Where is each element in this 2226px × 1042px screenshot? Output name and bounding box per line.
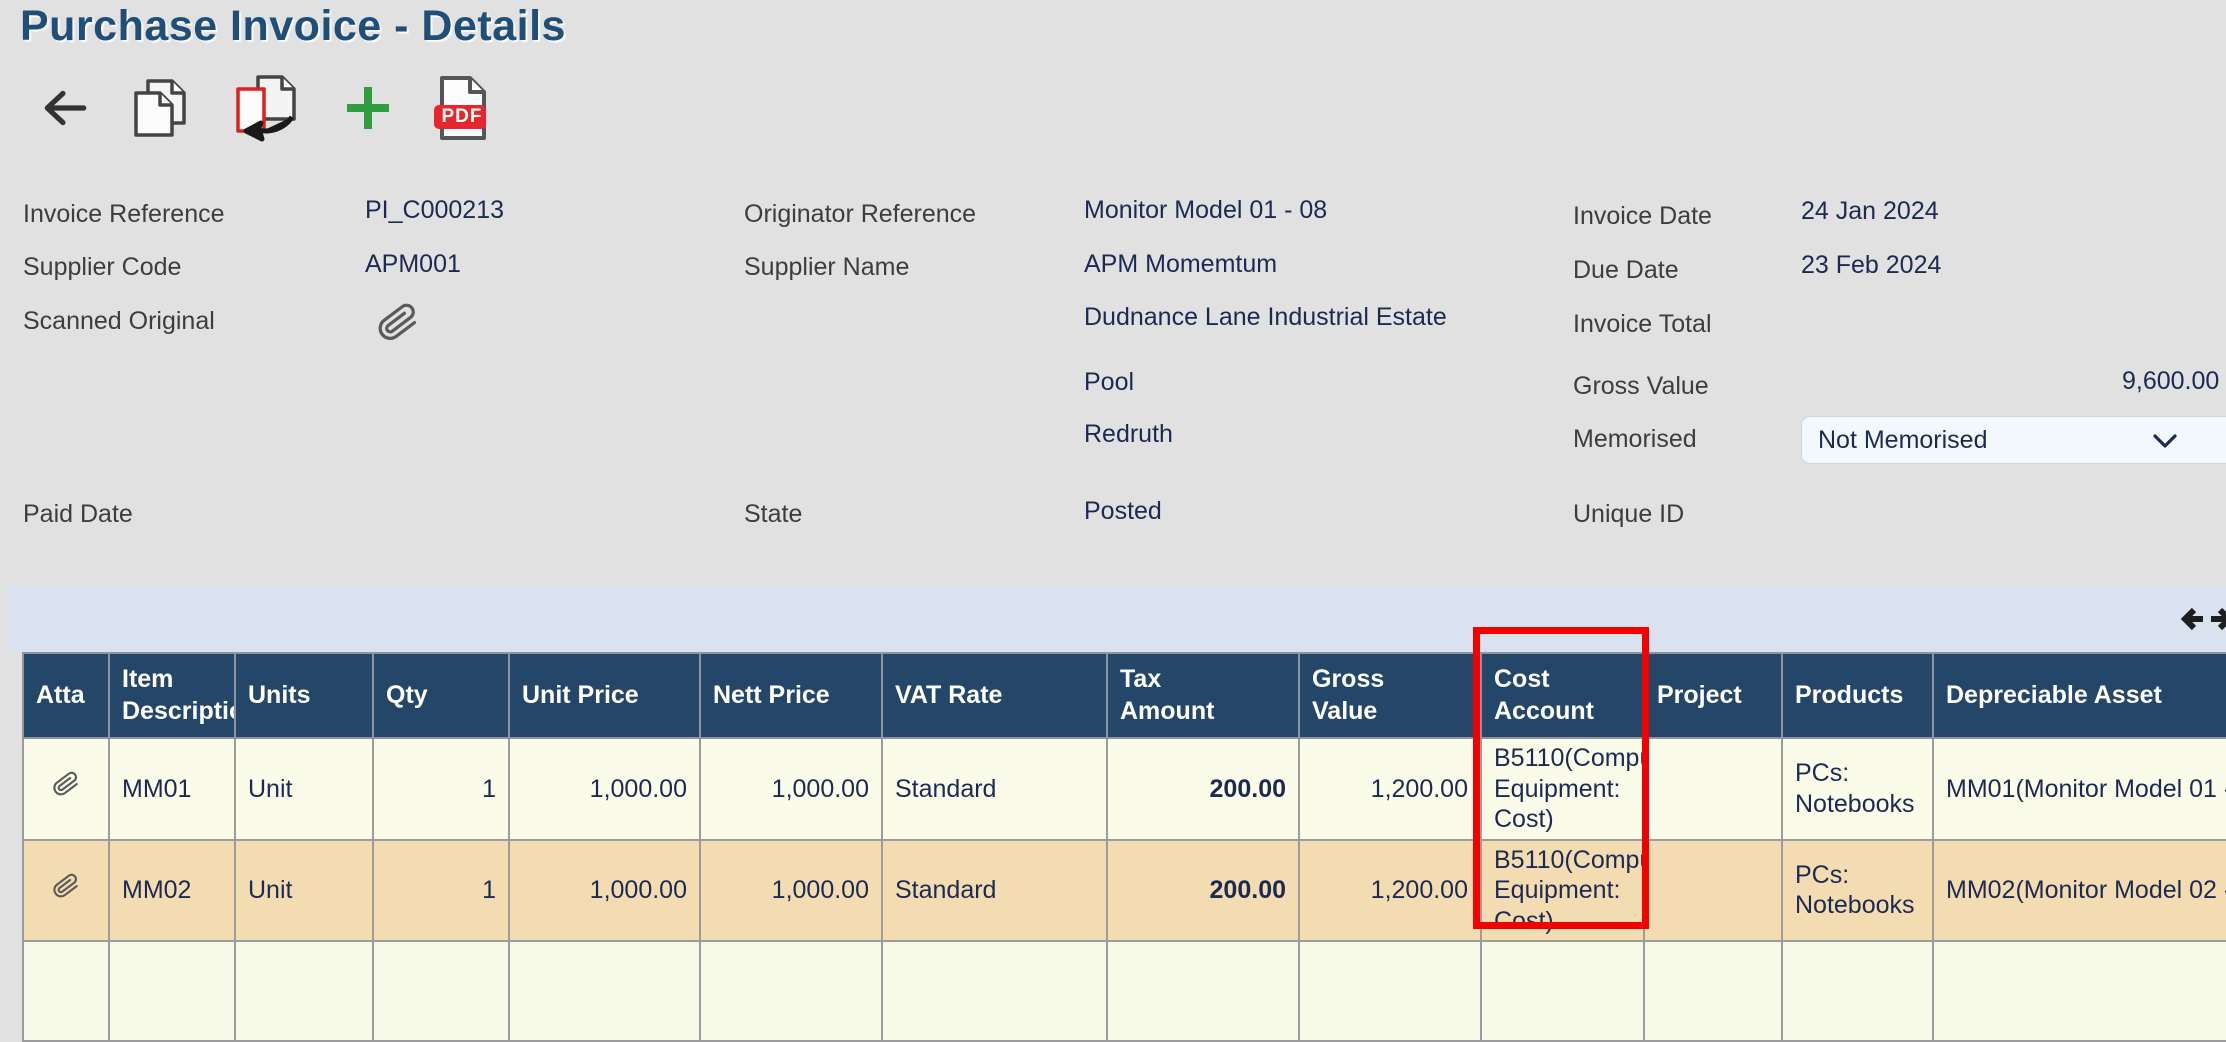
paperclip-icon[interactable] (375, 296, 421, 357)
cell-units[interactable]: Unit (235, 840, 373, 942)
supplier-name-value: APM Momemtum (1084, 250, 1277, 279)
cell-depreciable-asset[interactable]: MM02(Monitor Model 02 - 08) (1933, 840, 2226, 942)
due-date-label: Due Date (1573, 256, 1679, 285)
chevron-down-icon (2152, 432, 2178, 450)
attachment-paperclip-icon (48, 761, 84, 809)
supplier-address-line-3: Redruth (1084, 420, 1173, 449)
empty-cell (235, 941, 373, 1041)
copy-return-icon[interactable] (228, 73, 304, 143)
cell-gross-value[interactable]: 1,200.00 (1299, 840, 1481, 942)
supplier-code-value: APM001 (365, 250, 461, 279)
pdf-icon[interactable]: PDF (432, 75, 488, 141)
invoice-date-label: Invoice Date (1573, 202, 1712, 231)
column-header-qty[interactable]: Qty (373, 653, 509, 738)
cell-atta[interactable] (23, 840, 109, 942)
supplier-code-label: Supplier Code (23, 253, 181, 282)
scanned-original-label: Scanned Original (23, 307, 215, 336)
column-header-unit-price[interactable]: Unit Price (509, 653, 700, 738)
column-header-gross-value[interactable]: Gross Value (1299, 653, 1481, 738)
cell-cost-account[interactable]: B5110(Computer Equipment: Cost) (1481, 840, 1644, 942)
cell-gross-value[interactable]: 1,200.00 (1299, 738, 1481, 840)
cell-item-descriptio[interactable]: MM01 (109, 738, 235, 840)
line-items-grid: AttaItem DescriptioUnitsQtyUnit PriceNet… (22, 652, 2226, 1042)
originator-reference-value: Monitor Model 01 - 08 (1084, 196, 1327, 225)
empty-cell (1644, 941, 1782, 1041)
memorised-label: Memorised (1573, 425, 1697, 454)
column-header-atta[interactable]: Atta (23, 653, 109, 738)
table-toolbar-band (8, 586, 2226, 652)
empty-cell (23, 941, 109, 1041)
page-title: Purchase Invoice - Details (20, 2, 566, 51)
table-row-partial (23, 941, 2226, 1041)
empty-cell (882, 941, 1107, 1041)
empty-cell (373, 941, 509, 1041)
supplier-name-label: Supplier Name (744, 253, 909, 282)
copy-icon[interactable] (128, 75, 190, 141)
line-items-table: AttaItem DescriptioUnitsQtyUnit PriceNet… (22, 652, 2226, 1042)
cell-vat-rate[interactable]: Standard (882, 840, 1107, 942)
memorised-select[interactable]: Not Memorised (1801, 416, 2226, 464)
state-value: Posted (1084, 497, 1162, 526)
table-header-row: AttaItem DescriptioUnitsQtyUnit PriceNet… (23, 653, 2226, 738)
cell-unit-price[interactable]: 1,000.00 (509, 840, 700, 942)
cell-vat-rate[interactable]: Standard (882, 738, 1107, 840)
pdf-badge-label: PDF (437, 106, 487, 128)
column-header-cost-account[interactable]: Cost Account (1481, 653, 1644, 738)
cell-depreciable-asset[interactable]: MM01(Monitor Model 01 - 08) (1933, 738, 2226, 840)
invoice-reference-value: PI_C000213 (365, 196, 504, 225)
invoice-total-label: Invoice Total (1573, 310, 1712, 339)
column-header-units[interactable]: Units (235, 653, 373, 738)
invoice-date-value: 24 Jan 2024 (1801, 197, 1939, 226)
column-header-depreciable-asset[interactable]: Depreciable Asset (1933, 653, 2226, 738)
cell-qty[interactable]: 1 (373, 738, 509, 840)
cell-qty[interactable]: 1 (373, 840, 509, 942)
column-header-vat-rate[interactable]: VAT Rate (882, 653, 1107, 738)
unique-id-label: Unique ID (1573, 500, 1684, 529)
empty-cell (1782, 941, 1933, 1041)
originator-reference-label: Originator Reference (744, 200, 976, 229)
cell-atta[interactable] (23, 738, 109, 840)
cell-project[interactable] (1644, 840, 1782, 942)
paid-date-label: Paid Date (23, 500, 133, 529)
column-header-products[interactable]: Products (1782, 653, 1933, 738)
cell-units[interactable]: Unit (235, 738, 373, 840)
cell-products[interactable]: PCs: Notebooks (1782, 738, 1933, 840)
gross-value-amount: 9,600.00 (2122, 367, 2219, 396)
empty-cell (109, 941, 235, 1041)
table-row: MM02Unit11,000.001,000.00Standard200.001… (23, 840, 2226, 942)
supplier-address-line-1: Dudnance Lane Industrial Estate (1084, 303, 1447, 332)
empty-cell (700, 941, 882, 1041)
cell-nett-price[interactable]: 1,000.00 (700, 840, 882, 942)
invoice-reference-label: Invoice Reference (23, 200, 225, 229)
gross-value-label: Gross Value (1573, 372, 1709, 401)
cell-unit-price[interactable]: 1,000.00 (509, 738, 700, 840)
column-header-tax-amount[interactable]: Tax Amount (1107, 653, 1299, 738)
column-header-project[interactable]: Project (1644, 653, 1782, 738)
add-icon[interactable] (342, 82, 394, 134)
cell-project[interactable] (1644, 738, 1782, 840)
empty-cell (509, 941, 700, 1041)
cell-tax-amount[interactable]: 200.00 (1107, 840, 1299, 942)
table-row: MM01Unit11,000.001,000.00Standard200.001… (23, 738, 2226, 840)
empty-cell (1299, 941, 1481, 1041)
empty-cell (1481, 941, 1644, 1041)
column-resize-icon[interactable] (2181, 600, 2226, 643)
supplier-address-line-2: Pool (1084, 368, 1134, 397)
column-header-item-descriptio[interactable]: Item Descriptio (109, 653, 235, 738)
cell-tax-amount[interactable]: 200.00 (1107, 738, 1299, 840)
state-label: State (744, 500, 802, 529)
cell-cost-account[interactable]: B5110(Computer Equipment: Cost) (1481, 738, 1644, 840)
column-header-nett-price[interactable]: Nett Price (700, 653, 882, 738)
toolbar: PDF (40, 72, 488, 144)
empty-cell (1107, 941, 1299, 1041)
due-date-value: 23 Feb 2024 (1801, 251, 1941, 280)
attachment-paperclip-icon (48, 863, 84, 911)
cell-products[interactable]: PCs: Notebooks (1782, 840, 1933, 942)
cell-item-descriptio[interactable]: MM02 (109, 840, 235, 942)
back-icon[interactable] (40, 83, 90, 133)
empty-cell (1933, 941, 2226, 1041)
cell-nett-price[interactable]: 1,000.00 (700, 738, 882, 840)
